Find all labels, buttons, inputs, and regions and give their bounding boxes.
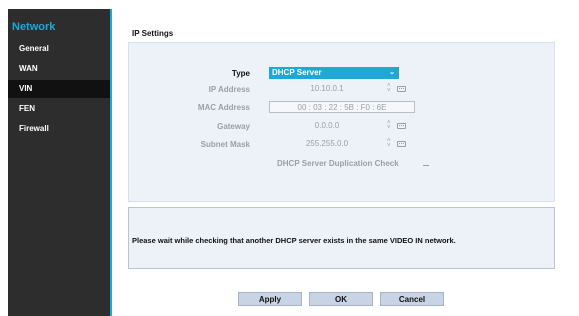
sidebar-item-firewall[interactable]: Firewall bbox=[8, 120, 110, 138]
ok-button[interactable]: OK bbox=[309, 292, 373, 306]
sidebar-item-fen[interactable]: FEN bbox=[8, 100, 110, 118]
keyboard-icon[interactable] bbox=[397, 86, 406, 92]
sidebar: Network General WAN VIN FEN Firewall bbox=[8, 9, 110, 316]
status-message: Please wait while checking that another … bbox=[132, 236, 456, 245]
cancel-button[interactable]: Cancel bbox=[380, 292, 444, 306]
type-select-value: DHCP Server bbox=[272, 68, 322, 77]
dhcp-duplication-check-label: DHCP Server Duplication Check bbox=[277, 159, 399, 168]
gateway-field[interactable]: 0.0.0.0 bbox=[269, 120, 385, 132]
type-select[interactable]: DHCP Server ⌄ bbox=[269, 67, 399, 79]
spinner-icon[interactable]: ˄ ˅ bbox=[387, 120, 393, 131]
keyboard-icon[interactable] bbox=[397, 123, 406, 129]
type-label: Type bbox=[231, 69, 250, 78]
subnet-mask-label: Subnet Mask bbox=[200, 140, 250, 149]
sidebar-item-wan[interactable]: WAN bbox=[8, 60, 110, 78]
sidebar-item-general[interactable]: General bbox=[8, 40, 110, 58]
ip-address-label: IP Address bbox=[208, 85, 250, 94]
apply-button[interactable]: Apply bbox=[238, 292, 302, 306]
keyboard-icon[interactable] bbox=[397, 141, 406, 147]
mac-address-label: MAC Address bbox=[197, 103, 250, 112]
dhcp-duplication-checkbox[interactable] bbox=[423, 160, 429, 166]
spinner-icon[interactable]: ˄ ˅ bbox=[387, 138, 393, 149]
sidebar-item-vin[interactable]: VIN bbox=[8, 80, 110, 98]
spinner-icon[interactable]: ˄ ˅ bbox=[387, 83, 393, 94]
ip-settings-panel: Type DHCP Server ⌄ IP Address 10.10.0.1 … bbox=[128, 42, 555, 202]
gateway-label: Gateway bbox=[217, 122, 250, 131]
chevron-down-icon: ⌄ bbox=[389, 69, 395, 76]
main-content: IP Settings Type DHCP Server ⌄ IP Addres… bbox=[112, 9, 571, 316]
ip-address-field[interactable]: 10.10.0.1 bbox=[269, 83, 385, 95]
sidebar-title: Network bbox=[12, 21, 56, 33]
mac-address-field: 00 : 03 : 22 : 5B : F0 : 6E bbox=[269, 101, 415, 113]
section-title: IP Settings bbox=[132, 29, 174, 38]
subnet-mask-field[interactable]: 255.255.0.0 bbox=[269, 138, 385, 150]
status-message-panel: Please wait while checking that another … bbox=[128, 207, 555, 269]
